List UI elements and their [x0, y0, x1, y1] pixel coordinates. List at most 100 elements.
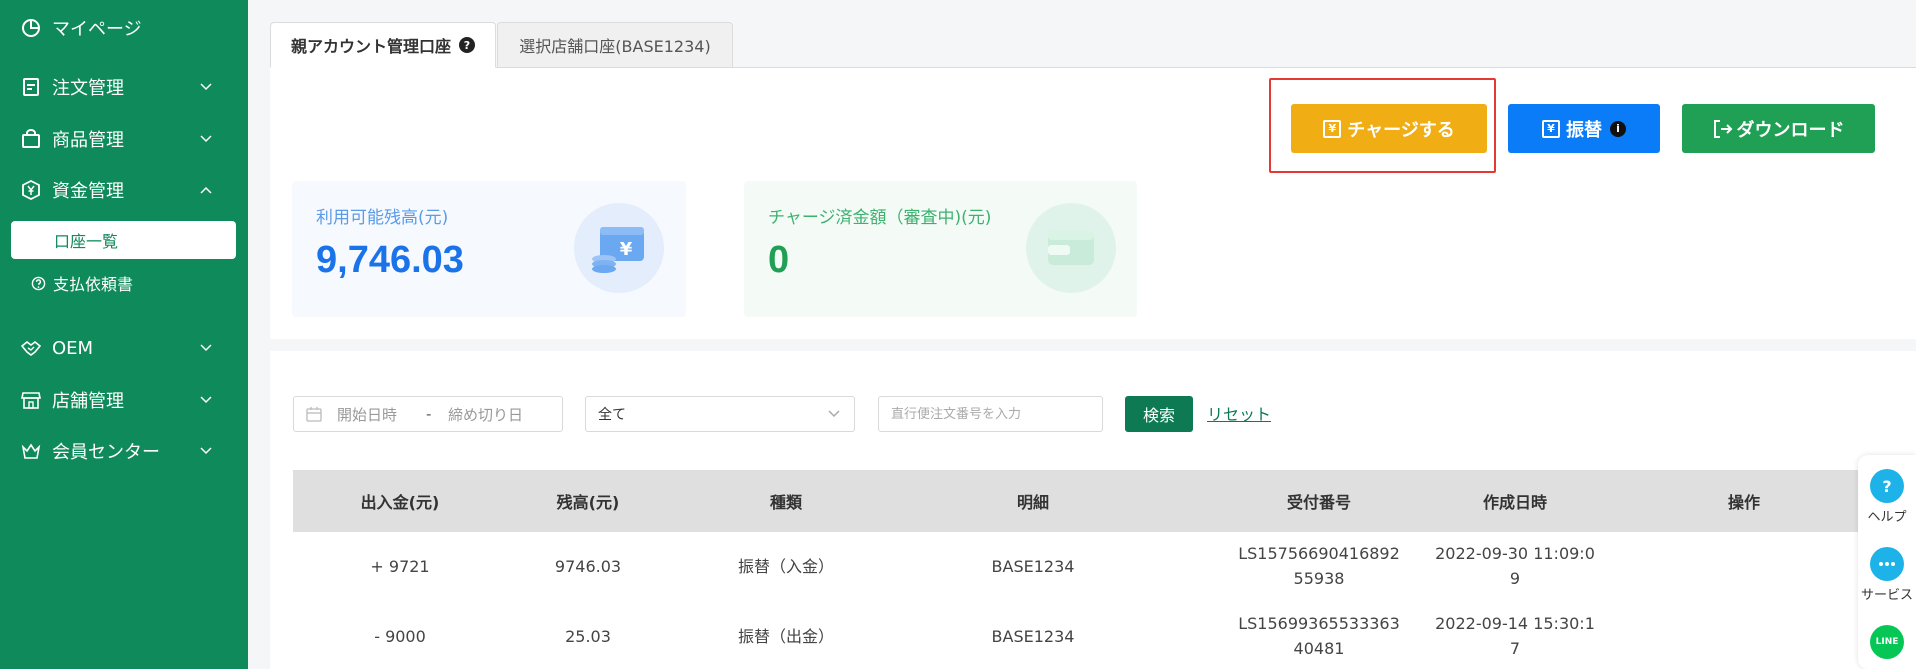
order-number-input[interactable] [879, 397, 1102, 431]
pie-chart-icon [20, 17, 42, 39]
start-date-placeholder: 開始日時 [337, 405, 398, 424]
sidebar-item-label: 資金管理 [52, 181, 124, 202]
table-row: - 9000 25.03 振替（出金） BASE1234 LS156993655… [293, 601, 1916, 669]
amount-cell: - 9000 [374, 626, 426, 646]
document-icon [20, 76, 42, 98]
table-header-cell: 受付番号 [1286, 493, 1352, 512]
created-at-cell: 2022-09-30 11:09:09 [1435, 544, 1595, 588]
sidebar-item-label: 店舗管理 [52, 391, 124, 412]
help-widget-label: ヘルプ [1867, 510, 1907, 525]
table-row: + 9721 9746.03 振替（入金） BASE1234 LS1575669… [293, 531, 1916, 601]
help-icon[interactable]: ? [459, 37, 475, 53]
date-separator: - [426, 405, 432, 423]
chevron-down-icon [200, 81, 212, 93]
order-number-field[interactable] [878, 396, 1103, 432]
question-circle-icon [30, 275, 46, 291]
reset-link[interactable]: リセット [1207, 401, 1271, 425]
sidebar-item-store[interactable]: 店舗管理 [0, 380, 248, 420]
line-widget[interactable]: LINE [1858, 625, 1916, 659]
created-at-cell: 2022-09-14 15:30:17 [1435, 614, 1595, 658]
handshake-icon [20, 337, 42, 359]
chevron-down-icon [828, 406, 840, 422]
yen-card-icon: ¥ [1323, 119, 1342, 138]
store-icon [20, 389, 42, 411]
sidebar-item-member-center[interactable]: 会員センター [0, 431, 248, 471]
receipt-number-cell: LS1575669041689255938 [1238, 544, 1400, 588]
charge-button-label: チャージする [1347, 119, 1455, 141]
type-select[interactable]: 全て [585, 396, 855, 432]
info-icon[interactable]: i [1610, 120, 1626, 137]
chat-bubble-icon [1870, 547, 1904, 581]
charged-amount-title: チャージ済金額（審査中)(元) [768, 208, 992, 228]
tab-label: 選択店舗口座(BASE1234) [519, 37, 711, 56]
charge-button[interactable]: ¥ チャージする [1291, 104, 1487, 153]
table-header-cell: 出入金(元) [360, 493, 440, 512]
charged-amount-card: チャージ済金額（審査中)(元) 0 [744, 181, 1137, 317]
table-header-cell: 明細 [1016, 493, 1050, 512]
receipt-number-cell: LS1569936553336340481 [1238, 614, 1400, 658]
sidebar-subitem-label: 口座一覧 [54, 232, 119, 251]
help-widget[interactable]: ? ヘルプ [1858, 469, 1916, 525]
sidebar-item-label: 商品管理 [52, 130, 124, 151]
sidebar-item-orders[interactable]: 注文管理 [0, 67, 248, 107]
sidebar-item-funds[interactable]: 資金管理 [0, 170, 248, 210]
type-cell: 振替（入金） [737, 556, 835, 576]
chevron-down-icon [200, 445, 212, 457]
line-icon-label: LINE [1875, 637, 1899, 647]
crown-icon [20, 440, 42, 462]
sidebar-item-label: OEM [52, 337, 94, 359]
tab-label: 親アカウント管理口座 [290, 37, 451, 56]
table-header-cell: 残高(元) [556, 493, 620, 512]
balance-cell: 25.03 [565, 626, 611, 646]
sidebar-item-label: 注文管理 [52, 78, 124, 99]
sidebar-item-products[interactable]: 商品管理 [0, 119, 248, 159]
yen-card-icon: ¥ [1542, 119, 1560, 138]
chevron-down-icon [200, 342, 212, 354]
chevron-down-icon [200, 133, 212, 145]
sidebar-subitem-label: 支払依頼書 [53, 275, 134, 294]
sidebar-subitem-payment-request[interactable]: 支払依頼書 [0, 265, 248, 301]
table-header: 出入金(元) 残高(元) 種類 明細 受付番号 作成日時 操作 [293, 470, 1916, 532]
sidebar-item-label: 会員センター [52, 442, 160, 463]
table-header-cell: 種類 [769, 493, 803, 512]
calendar-icon [306, 406, 322, 422]
sidebar-item-oem[interactable]: OEM [0, 328, 248, 368]
type-cell: 振替（出金） [737, 626, 835, 646]
wallet-icon [1026, 203, 1116, 293]
date-range-picker[interactable]: 開始日時 - 締め切り日 [293, 396, 563, 432]
charged-amount-value: 0 [768, 239, 790, 281]
help-icon: ? [1870, 469, 1904, 503]
chevron-down-icon [200, 394, 212, 406]
shopping-bag-icon [20, 128, 42, 150]
detail-cell: BASE1234 [991, 626, 1075, 646]
yen-icon [20, 179, 42, 201]
tab-selected-store-account[interactable]: 選択店舗口座(BASE1234) [497, 22, 733, 68]
service-widget-label: サービス [1860, 588, 1913, 603]
search-button[interactable]: 検索 [1125, 396, 1193, 432]
sidebar-item-label: マイページ [52, 19, 142, 40]
sidebar-subitem-accounts[interactable]: 口座一覧 [11, 221, 236, 259]
tab-parent-account[interactable]: 親アカウント管理口座 ? [270, 22, 496, 68]
floating-support-bar: ? ヘルプ サービス LINE [1858, 455, 1916, 669]
sidebar-item-mypage[interactable]: マイページ [0, 8, 248, 48]
svg-text:¥: ¥ [620, 239, 633, 260]
download-button[interactable]: ダウンロード [1682, 104, 1875, 153]
service-widget[interactable]: サービス [1858, 547, 1916, 603]
available-balance-value: 9,746.03 [316, 239, 464, 281]
download-button-label: ダウンロード [1736, 119, 1845, 141]
export-icon [1713, 119, 1733, 138]
end-date-placeholder: 締め切り日 [448, 405, 524, 424]
chevron-up-icon [200, 184, 212, 196]
table-header-cell: 作成日時 [1482, 493, 1548, 512]
line-icon: LINE [1870, 625, 1904, 659]
detail-cell: BASE1234 [991, 556, 1075, 576]
wallet-yen-icon: ¥ [574, 203, 664, 293]
type-select-value: 全て [598, 407, 626, 423]
transfer-button[interactable]: ¥ 振替 i [1508, 104, 1660, 153]
table-header-cell: 操作 [1727, 493, 1761, 512]
balance-cell: 9746.03 [554, 556, 622, 576]
sidebar: マイページ 注文管理 商品管理 資金管理 口座一覧 支払依頼書 OEM 店舗管理… [0, 0, 248, 669]
transfer-button-label: 振替 [1566, 119, 1602, 141]
amount-cell: + 9721 [370, 556, 430, 576]
available-balance-title: 利用可能残高(元) [316, 208, 449, 228]
